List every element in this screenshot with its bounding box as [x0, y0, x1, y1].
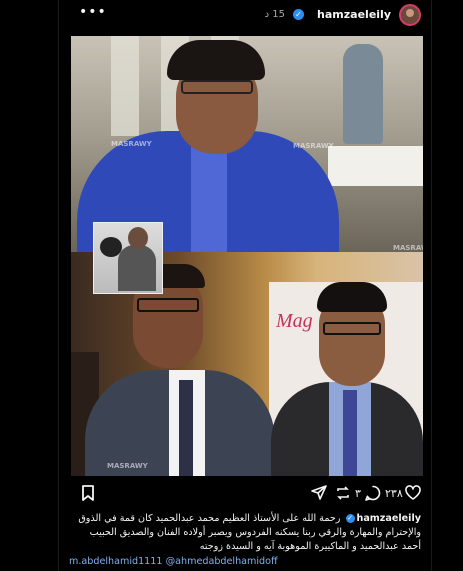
bookmark-icon[interactable] — [81, 485, 95, 501]
hair — [167, 40, 265, 80]
post-caption: hamzaeleily✓ رحمة الله على الأستاذ العظي… — [69, 512, 421, 554]
verified-badge-icon: ✓ — [293, 9, 304, 20]
watermark: MASRAWY — [111, 140, 152, 148]
mention-link[interactable]: @ahmedabdelhamidoff — [166, 556, 278, 567]
watermark: MASRAWY — [107, 462, 148, 470]
repost-icon[interactable] — [335, 485, 351, 501]
photo-top: MASRAWY MASRAWY MASRAWY — [71, 36, 423, 261]
post-card: hamzaeleily ✓ 15 د ••• MASRAWY MASRAWY M… — [58, 0, 432, 571]
inset-head — [128, 227, 148, 249]
more-icon[interactable]: ••• — [79, 4, 107, 20]
tie — [343, 390, 357, 476]
post-username[interactable]: hamzaeleily — [317, 8, 391, 21]
mention-link[interactable]: m.abdelhamid1111 — [69, 556, 163, 567]
glasses — [181, 80, 253, 94]
window — [111, 36, 139, 136]
share-icon[interactable] — [311, 485, 327, 501]
watermark: MASRAWY — [293, 142, 334, 150]
watermark: MASRAWY — [393, 244, 423, 252]
verified-badge-icon: ✓ — [345, 513, 355, 523]
glasses — [137, 298, 199, 312]
comment-icon[interactable] — [365, 485, 381, 501]
post-time[interactable]: 15 د — [265, 9, 285, 20]
avatar[interactable] — [399, 4, 421, 26]
hair — [317, 282, 387, 312]
caption-username[interactable]: hamzaeleily — [357, 513, 422, 524]
background-person — [343, 44, 383, 144]
post-media[interactable]: MASRAWY MASRAWY MASRAWY Mag MASRAWY — [71, 36, 423, 476]
table — [328, 146, 423, 186]
heart-icon[interactable] — [405, 485, 421, 500]
banner-logo: Mag — [276, 310, 313, 332]
tie — [179, 380, 193, 476]
comment-count: ٣ — [355, 487, 361, 500]
camera — [100, 237, 122, 257]
inset-photo — [93, 222, 163, 294]
shirt — [191, 146, 227, 256]
caption-mentions: m.abdelhamid1111 @ahmedabdelhamidoff — [69, 556, 421, 567]
inset-person — [118, 245, 156, 291]
glasses — [323, 322, 381, 335]
like-count: ٢٣٨ — [385, 487, 403, 500]
action-bar: ٣ ٢٣٨ — [59, 484, 431, 506]
post-header: hamzaeleily ✓ 15 د ••• — [59, 0, 431, 34]
